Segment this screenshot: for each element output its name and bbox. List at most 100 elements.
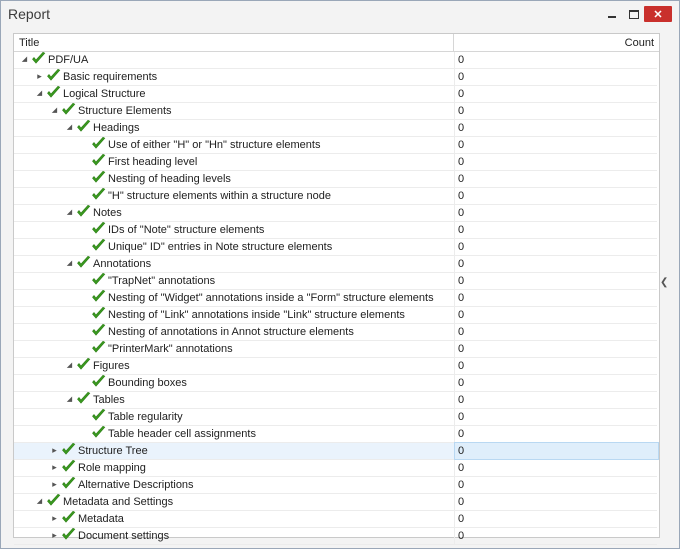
tree-row[interactable]: Nesting of heading levels 0 <box>14 170 657 188</box>
tree-row[interactable]: ◢ Figures 0 <box>14 357 657 375</box>
tree-row[interactable]: ◢ Annotations 0 <box>14 255 657 273</box>
tree-row[interactable]: ▸ Role mapping 0 <box>14 459 657 477</box>
close-button[interactable]: ✕ <box>644 6 672 22</box>
tree-row[interactable]: ▸ Alternative Descriptions 0 <box>14 476 657 494</box>
expand-toggle-collapsed-icon[interactable]: ▸ <box>35 72 44 81</box>
column-title-header[interactable]: Title <box>19 37 39 49</box>
count-cell: 0 <box>454 290 658 306</box>
title-cell: ▸ Document settings <box>14 527 453 544</box>
expand-toggle-expanded-icon[interactable]: ◢ <box>65 259 74 268</box>
expand-toggle-collapsed-icon[interactable]: ▸ <box>50 446 59 455</box>
count-cell: 0 <box>454 375 658 391</box>
count-cell: 0 <box>454 205 658 221</box>
tree-row[interactable]: Table header cell assignments 0 <box>14 425 657 443</box>
count-cell: 0 <box>454 511 658 527</box>
checkmark-icon <box>91 374 106 389</box>
row-count: 0 <box>458 530 465 542</box>
row-label: Alternative Descriptions <box>78 479 194 491</box>
count-cell: 0 <box>454 137 658 153</box>
tree-row[interactable]: ◢ Structure Elements 0 <box>14 102 657 120</box>
row-label: Nesting of heading levels <box>108 173 231 185</box>
tree-row[interactable]: First heading level 0 <box>14 153 657 171</box>
title-cell: ◢ Structure Elements <box>14 102 453 119</box>
tree-row[interactable]: "PrinterMark" annotations 0 <box>14 340 657 358</box>
row-count: 0 <box>458 360 465 372</box>
count-cell: 0 <box>454 442 659 460</box>
row-label: Use of either "H" or "Hn" structure elem… <box>108 139 321 151</box>
title-cell: Unique" ID" entries in Note structure el… <box>14 238 453 255</box>
tree-row[interactable]: "TrapNet" annotations 0 <box>14 272 658 290</box>
title-cell: ◢ Tables <box>14 391 453 408</box>
tree-row[interactable]: "H" structure elements within a structur… <box>14 187 658 205</box>
tree-row[interactable]: Nesting of "Widget" annotations inside a… <box>14 289 658 307</box>
tree-row[interactable]: ▸ Document settings 0 <box>14 527 658 545</box>
expand-toggle-collapsed-icon[interactable]: ▸ <box>50 463 59 472</box>
expand-toggle-expanded-icon[interactable]: ◢ <box>65 208 74 217</box>
row-label: Nesting of "Widget" annotations inside a… <box>108 292 434 304</box>
title-cell: ◢ Headings <box>14 119 453 136</box>
expand-toggle-expanded-icon[interactable]: ◢ <box>20 55 29 64</box>
checkmark-icon <box>61 527 76 542</box>
column-count-header[interactable]: Count <box>625 37 654 49</box>
expand-toggle-collapsed-icon[interactable]: ▸ <box>50 480 59 489</box>
tree-row[interactable]: IDs of "Note" structure elements 0 <box>14 221 657 239</box>
minimize-button[interactable] <box>601 6 623 22</box>
tree-row[interactable]: ◢ PDF/UA 0 <box>14 51 657 69</box>
count-cell: 0 <box>454 188 658 204</box>
row-label: Annotations <box>93 258 152 270</box>
report-window: Report ✕ Title Count ◢ PDF/UA 0 ▸ Basic requ… <box>0 0 680 549</box>
count-cell: 0 <box>454 494 658 510</box>
tree-row[interactable]: ◢ Headings 0 <box>14 119 657 137</box>
tree-row[interactable]: Bounding boxes 0 <box>14 374 658 392</box>
count-cell: 0 <box>454 528 658 544</box>
expand-toggle-expanded-icon[interactable]: ◢ <box>65 361 74 370</box>
checkmark-icon <box>91 425 106 440</box>
expand-toggle-expanded-icon[interactable]: ◢ <box>35 497 44 506</box>
row-label: Nesting of annotations in Annot structur… <box>108 326 354 338</box>
checkmark-icon <box>76 357 91 372</box>
checkmark-icon <box>91 289 106 304</box>
title-cell: ▸ Basic requirements <box>14 68 453 85</box>
expand-toggle-expanded-icon[interactable]: ◢ <box>65 395 74 404</box>
count-cell: 0 <box>454 324 658 340</box>
row-label: Document settings <box>78 530 170 542</box>
row-count: 0 <box>458 71 465 83</box>
tree-row[interactable]: ◢ Tables 0 <box>14 391 657 409</box>
title-cell: ◢ Metadata and Settings <box>14 493 453 510</box>
checkmark-icon <box>91 136 106 151</box>
title-cell: Bounding boxes <box>14 374 453 391</box>
tree-row[interactable]: ▸ Structure Tree 0 <box>14 442 659 460</box>
expand-toggle-collapsed-icon[interactable]: ▸ <box>50 514 59 523</box>
expand-toggle-expanded-icon[interactable]: ◢ <box>35 89 44 98</box>
tree-row[interactable]: Nesting of annotations in Annot structur… <box>14 323 658 341</box>
close-icon: ✕ <box>653 8 663 21</box>
tree-row[interactable]: ◢ Metadata and Settings 0 <box>14 493 658 511</box>
row-count: 0 <box>458 207 465 219</box>
tree-row[interactable]: ▸ Basic requirements 0 <box>14 68 657 86</box>
checkmark-icon <box>76 255 91 270</box>
row-count: 0 <box>458 445 465 457</box>
tree-row[interactable]: ▸ Metadata 0 <box>14 510 658 528</box>
chevron-left-icon[interactable]: ❮ <box>660 277 668 288</box>
row-label: Headings <box>93 122 140 134</box>
tree-row[interactable]: Table regularity 0 <box>14 408 657 426</box>
expand-toggle-expanded-icon[interactable]: ◢ <box>65 123 74 132</box>
checkmark-icon <box>91 221 106 236</box>
column-separator[interactable] <box>453 34 454 51</box>
maximize-button[interactable] <box>623 6 645 22</box>
row-label: Metadata and Settings <box>63 496 174 508</box>
count-cell: 0 <box>454 273 658 289</box>
tree-row[interactable]: Use of either "H" or "Hn" structure elem… <box>14 136 658 154</box>
row-count: 0 <box>458 88 465 100</box>
tree-row[interactable]: ◢ Notes 0 <box>14 204 658 222</box>
row-count: 0 <box>458 462 465 474</box>
row-count: 0 <box>458 54 465 66</box>
row-count: 0 <box>458 105 465 117</box>
title-cell: Nesting of "Link" annotations inside "Li… <box>14 306 453 323</box>
tree-row[interactable]: Nesting of "Link" annotations inside "Li… <box>14 306 657 324</box>
expand-toggle-expanded-icon[interactable]: ◢ <box>50 106 59 115</box>
expand-toggle-collapsed-icon[interactable]: ▸ <box>50 531 59 540</box>
row-label: Logical Structure <box>63 88 146 100</box>
tree-row[interactable]: ◢ Logical Structure 0 <box>14 85 657 103</box>
tree-row[interactable]: Unique" ID" entries in Note structure el… <box>14 238 657 256</box>
